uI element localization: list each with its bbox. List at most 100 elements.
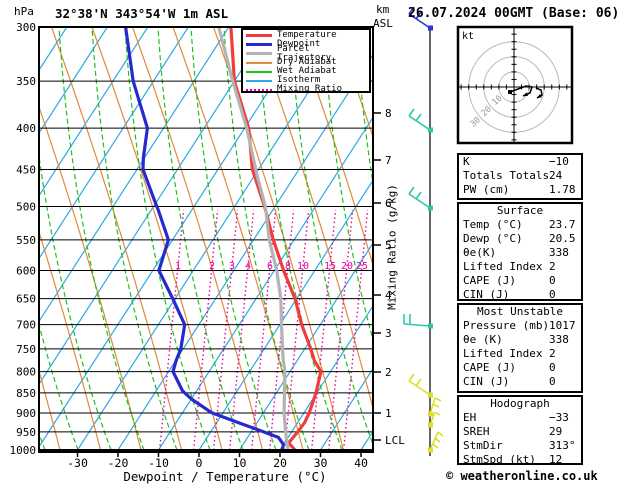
- mixing-ratio-value: 8: [285, 261, 291, 272]
- panel-row: Totals Totals 24: [459, 169, 581, 183]
- pressure-tick-label: 800: [16, 366, 36, 379]
- panel-row: CIN (J) 0: [459, 288, 581, 302]
- hodograph-panel: Hodograph EH −33 SREH 29 StmDir 313° StmSpd (kt…: [457, 395, 583, 467]
- panel-row-value: 20.5: [549, 232, 576, 245]
- panel-row: θe(K) 338: [459, 246, 581, 260]
- panel-row-value: 338: [549, 246, 569, 259]
- mixing-ratio-value: 3: [229, 261, 235, 272]
- pressure-tick-label: 400: [16, 122, 36, 135]
- indices-panel: K −10 Totals Totals 24 PW (cm) 1.78: [457, 153, 583, 200]
- pressure-tick-label: 900: [16, 407, 36, 420]
- panel-row: Lifted Index 2: [459, 347, 581, 361]
- pressure-tick-label: 600: [16, 265, 36, 278]
- mixing-ratio-value: 25: [356, 261, 368, 272]
- pressure-tick-label: 850: [16, 387, 36, 400]
- panel-row: StmSpd (kt) 12: [459, 453, 581, 467]
- mixing-ratio-value: 4: [245, 261, 251, 272]
- mixing-ratio-axis-title: Mixing Ratio (g/kg): [385, 184, 399, 310]
- panel-row-label: StmSpd (kt): [463, 453, 536, 466]
- x-tick-label: -20: [108, 456, 129, 470]
- panel-row: CIN (J) 0: [459, 375, 581, 389]
- mixing-ratio-value: 1: [175, 261, 181, 272]
- panel-row: Temp (°C) 23.7: [459, 218, 581, 232]
- km-tick-label: 8: [385, 107, 392, 120]
- pressure-tick-label: 350: [16, 75, 36, 88]
- panel-row-label: EH: [463, 411, 477, 424]
- panel-row: SREH 29: [459, 425, 581, 439]
- copyright: © weatheronline.co.uk: [446, 469, 598, 483]
- panel-row-value: 2: [549, 260, 556, 273]
- pressure-tick-label: 750: [16, 343, 36, 356]
- panel-row: K −10: [459, 155, 581, 169]
- pressure-tick-label: 650: [16, 293, 36, 306]
- panel-row-label: Dewp (°C): [463, 232, 523, 245]
- asl-axis-label: ASL: [373, 17, 393, 30]
- legend-line-sample: [246, 70, 272, 73]
- wind-barb: [403, 314, 433, 329]
- pressure-tick-label: 550: [16, 234, 36, 247]
- panel-row-label: Lifted Index: [463, 260, 543, 273]
- x-tick-label: -30: [67, 456, 88, 470]
- panel-row-label: θe (K): [463, 333, 503, 346]
- km-tick-label: 1: [385, 407, 392, 420]
- panel-row-label: StmDir: [463, 439, 503, 452]
- panel-row-label: Lifted Index: [463, 347, 543, 360]
- panel-row: θe (K) 338: [459, 333, 581, 347]
- panel-row-value: 338: [549, 333, 569, 346]
- pressure-unit-label: hPa: [14, 5, 34, 18]
- panel-row-value: −33: [549, 411, 569, 424]
- legend-line-sample: [246, 43, 272, 46]
- panel-row-value: 24: [549, 169, 563, 182]
- pressure-tick-label: 300: [16, 21, 36, 34]
- panel-row-label: Pressure (mb): [463, 319, 550, 332]
- hodograph-origin-marker: [508, 90, 512, 94]
- legend-line-sample: [246, 52, 272, 55]
- legend-line-sample: [246, 34, 272, 37]
- skewt-sounding-app: 1 2 3 4 6 8 10 15 20 25 300 350 400 450 500 550 600 650 70…: [0, 0, 629, 486]
- x-tick-label: 30: [314, 456, 328, 470]
- panel-heading: Most Unstable: [476, 305, 564, 318]
- surface-panel: Surface Temp (°C) 23.7 Dewp (°C) 20.5 θe(K) 33…: [457, 202, 583, 301]
- km-tick-label: 2: [385, 366, 392, 379]
- panel-row-value: 0: [549, 361, 556, 374]
- legend-label: Mixing Ratio: [277, 84, 343, 94]
- panel-row: EH −33: [459, 411, 581, 425]
- legend-box: Temperature Dewpoint Parcel Trajectory Dry …: [241, 28, 371, 94]
- hodograph: kt102030: [456, 25, 574, 145]
- panel-row-value: −10: [549, 155, 569, 168]
- panel-row: PW (cm) 1.78: [459, 183, 581, 197]
- pressure-tick-label: 500: [16, 200, 36, 213]
- pressure-tick-label: 1000: [10, 444, 37, 457]
- panel-row-label: SREH: [463, 425, 490, 438]
- x-tick-label: 40: [354, 456, 368, 470]
- station-title: 32°38'N 343°54'W 1m ASL: [55, 6, 229, 21]
- panel-row-value: 12: [549, 453, 563, 466]
- panel-row: StmDir 313°: [459, 439, 581, 453]
- panel-row-label: CIN (J): [463, 375, 510, 388]
- panel-row: CAPE (J) 0: [459, 361, 581, 375]
- km-axis-label: km: [376, 3, 390, 16]
- legend-row: Mixing Ratio: [246, 85, 369, 94]
- panel-row-value: 0: [549, 375, 556, 388]
- panel-row: CAPE (J) 0: [459, 274, 581, 288]
- hodograph-unit-label: kt: [462, 31, 474, 42]
- mixing-ratio-line: [327, 209, 354, 450]
- panel-row-label: K: [463, 155, 470, 168]
- panel-row-label: Temp (°C): [463, 218, 523, 231]
- panel-row-value: 29: [549, 425, 563, 438]
- panel-row-label: θe(K): [463, 246, 497, 259]
- panel-row: Pressure (mb) 1017: [459, 319, 581, 333]
- wet-adiabat-line: [58, 27, 145, 450]
- mixing-ratio-value: 15: [324, 261, 336, 272]
- pressure-tick-label: 450: [16, 163, 36, 176]
- panel-row: Dewp (°C) 20.5: [459, 232, 581, 246]
- panel-row-value: 1.78: [549, 183, 576, 196]
- x-tick-label: -10: [148, 456, 169, 470]
- mixing-ratio-line: [342, 209, 369, 450]
- mixing-ratio-value: 10: [297, 261, 309, 272]
- panel-row-label: CAPE (J): [463, 361, 516, 374]
- mixing-ratio-line: [310, 209, 337, 450]
- panel-row-value: 313°: [549, 439, 576, 452]
- km-tick-label: LCL: [385, 434, 405, 447]
- pressure-tick-label: 950: [16, 426, 36, 439]
